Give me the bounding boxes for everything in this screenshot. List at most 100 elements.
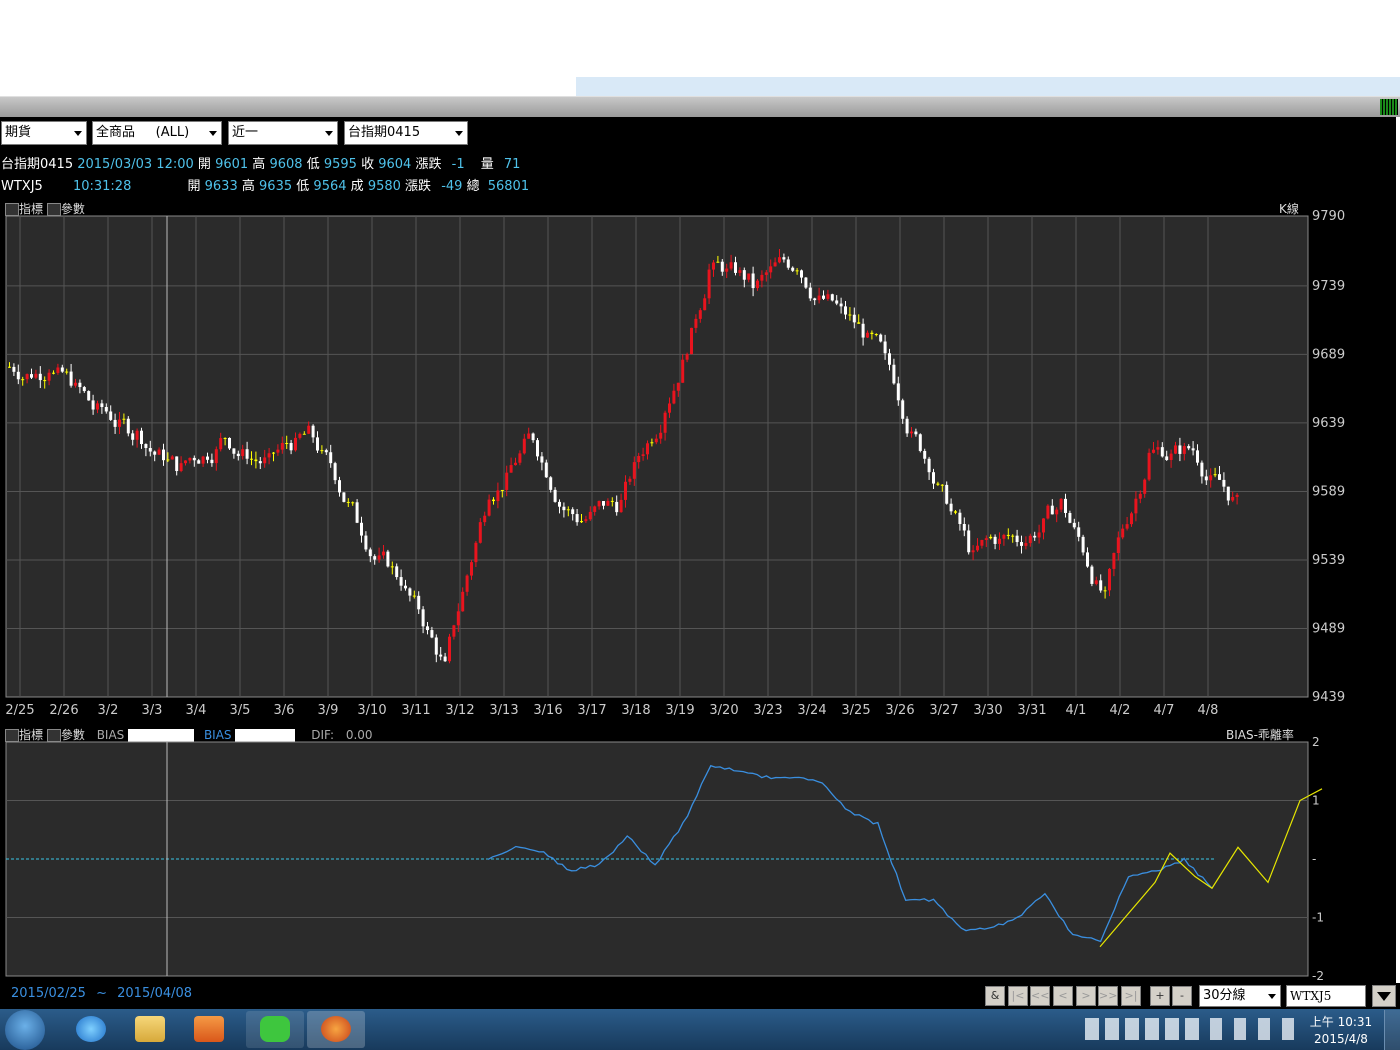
- low-value: 9564: [313, 179, 347, 194]
- bias-panel-header: 指標 參數 BIAS BIAS DIF: 0.00: [5, 726, 373, 743]
- contract-name: 台指期0415: [1, 157, 74, 172]
- last-label: 成: [350, 179, 364, 194]
- close-label: 收: [361, 157, 375, 172]
- collapse-up-icon[interactable]: [5, 203, 19, 216]
- open-label: 開: [187, 179, 201, 194]
- high-label: 高: [241, 179, 255, 194]
- window-titlebar: [0, 96, 1400, 117]
- bias-type-label: BIAS-乖離率: [1226, 728, 1294, 742]
- chevron-down-icon: [1268, 994, 1276, 999]
- ie-icon: [76, 1016, 106, 1042]
- date-range: 2015/02/25 ~ 2015/04/08: [11, 986, 192, 1001]
- dropdown-arrow-icon[interactable]: [1372, 985, 1396, 1007]
- market-select-value: 期貨: [5, 125, 32, 140]
- range-sep: ~: [96, 986, 107, 1001]
- media-player-icon: [194, 1016, 224, 1042]
- month-select[interactable]: 近一: [228, 121, 338, 145]
- indicator-button[interactable]: 指標: [19, 728, 43, 742]
- month-select-value: 近一: [232, 125, 259, 140]
- indicator-button[interactable]: 指標: [19, 202, 43, 216]
- taskbar-firefox[interactable]: [307, 1011, 365, 1048]
- chevron-down-icon: [74, 131, 82, 136]
- contract-select[interactable]: 台指期0415: [344, 121, 468, 145]
- quote-datetime: 2015/03/03 12:00: [77, 157, 194, 172]
- open-value: 9601: [215, 157, 249, 172]
- folder-icon: [135, 1016, 165, 1042]
- change-label: 漲跌: [415, 157, 442, 172]
- contract-select-value: 台指期0415: [348, 125, 421, 140]
- symbol-input[interactable]: WTXJ5: [1286, 985, 1366, 1007]
- volume-label: 量: [480, 157, 494, 172]
- chevron-down-icon: [209, 131, 217, 136]
- dif-value: 0.00: [345, 728, 373, 742]
- bias2-label: BIAS: [203, 728, 232, 742]
- open-value: 9633: [204, 179, 238, 194]
- start-button-icon[interactable]: [5, 1010, 45, 1050]
- interval-select[interactable]: 30分線: [1199, 985, 1281, 1007]
- symbol-name: WTXJ5: [1, 179, 43, 194]
- quote-line-1: 台指期0415 2015/03/03 12:00 開 9601 高 9608 低…: [1, 153, 520, 172]
- high-value: 9608: [269, 157, 303, 172]
- high-value: 9635: [259, 179, 293, 194]
- first-button[interactable]: |<: [1008, 986, 1028, 1006]
- status-grip-icon: [1380, 99, 1398, 115]
- low-label: 低: [306, 157, 320, 172]
- quote-time: 10:31:28: [72, 179, 132, 194]
- open-label: 開: [197, 157, 211, 172]
- bias2-value-box: [235, 729, 296, 742]
- high-label: 高: [252, 157, 266, 172]
- total-value: 56801: [487, 179, 530, 194]
- close-value: 9604: [378, 157, 412, 172]
- expand-down-icon[interactable]: [46, 203, 61, 216]
- kline-type-label: K線: [1279, 202, 1299, 216]
- taskbar-explorer[interactable]: [121, 1011, 179, 1048]
- change-value: -1: [451, 157, 465, 172]
- expand-down-icon[interactable]: [46, 729, 61, 742]
- app-window: [0, 96, 1400, 1009]
- right-edge-bar: [1396, 117, 1400, 1007]
- prev-button[interactable]: <: [1053, 986, 1073, 1006]
- taskbar-clock[interactable]: 上午 10:31 2015/4/8: [1306, 1014, 1376, 1048]
- parameter-button[interactable]: 參數: [61, 202, 85, 216]
- range-start: 2015/02/25: [11, 986, 86, 1001]
- chevron-down-icon: [325, 131, 333, 136]
- product-select[interactable]: 全商品 (ALL): [92, 121, 222, 145]
- show-desktop-button[interactable]: [1384, 1010, 1400, 1050]
- line-app-icon: [260, 1016, 290, 1042]
- zoom-out-button[interactable]: -: [1172, 986, 1192, 1006]
- last-value: 9580: [367, 179, 401, 194]
- parameter-button[interactable]: 參數: [61, 728, 85, 742]
- taskbar-media[interactable]: [180, 1011, 238, 1048]
- market-select[interactable]: 期貨: [1, 121, 87, 145]
- tray-icons[interactable]: [1085, 1018, 1205, 1040]
- system-tray-icons[interactable]: [1210, 1018, 1300, 1040]
- bias1-value-box: [128, 729, 195, 742]
- clock-time: 上午 10:31: [1309, 1015, 1373, 1029]
- browser-highlight-strip: [576, 77, 1400, 96]
- range-end: 2015/04/08: [117, 986, 193, 1001]
- collapse-up-icon[interactable]: [5, 729, 19, 742]
- low-value: 9595: [323, 157, 357, 172]
- quote-line-2: WTXJ5 10:31:28 開 9633 高 9635 低 9564 成 95…: [1, 175, 529, 194]
- interval-select-value: 30分線: [1203, 988, 1246, 1003]
- dif-label: DIF:: [311, 728, 335, 742]
- taskbar-ie[interactable]: [62, 1011, 120, 1048]
- volume-value: 71: [503, 157, 521, 172]
- kline-panel-header: 指標 參數: [5, 200, 85, 217]
- next-button[interactable]: >: [1076, 986, 1096, 1006]
- next-page-button[interactable]: >>: [1098, 986, 1118, 1006]
- zoom-in-button[interactable]: +: [1150, 986, 1170, 1006]
- last-button[interactable]: >|: [1121, 986, 1141, 1006]
- clock-date: 2015/4/8: [1314, 1032, 1368, 1046]
- prev-page-button[interactable]: <<: [1030, 986, 1050, 1006]
- chevron-down-icon: [455, 131, 463, 136]
- total-label: 總: [466, 179, 480, 194]
- change-value: -49: [441, 179, 463, 194]
- product-select-value: 全商品 (ALL): [96, 125, 190, 140]
- amp-button[interactable]: &: [985, 986, 1005, 1006]
- low-label: 低: [296, 179, 310, 194]
- firefox-icon: [321, 1016, 351, 1042]
- bias1-label: BIAS: [96, 728, 125, 742]
- taskbar-line[interactable]: [246, 1011, 304, 1048]
- change-label: 漲跌: [405, 179, 432, 194]
